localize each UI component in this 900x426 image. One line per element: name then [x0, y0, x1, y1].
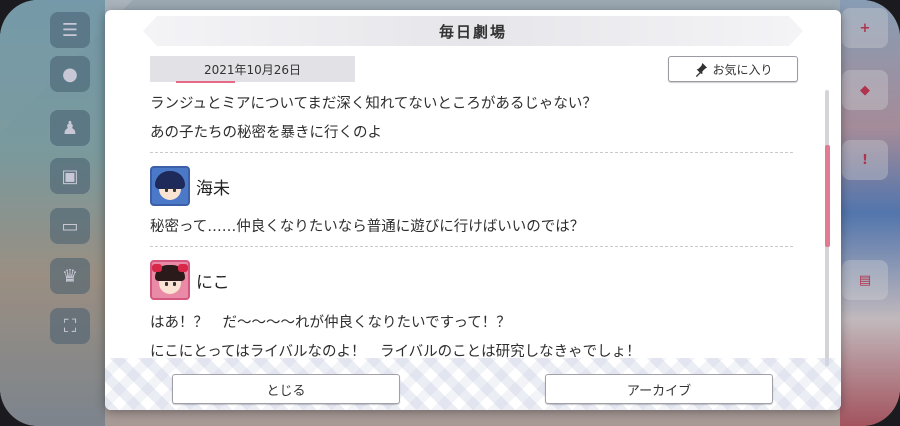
avatar-nico — [150, 260, 190, 300]
speaker-header: 海未 — [150, 161, 793, 211]
speaker-header: にこ — [150, 255, 793, 305]
dialog-title: 毎日劇場 — [143, 16, 803, 46]
daily-theater-dialog: 毎日劇場 2021年10月26日 お気に入り ランジュとミアについてまだ深く知れ… — [105, 10, 841, 410]
archive-button[interactable]: アーカイブ — [545, 374, 773, 404]
story-line: はあ！？ だ～～～～れが仲良くなりたいですって！？ — [150, 315, 511, 331]
divider — [150, 246, 793, 247]
favorite-label: お気に入り — [712, 62, 773, 77]
avatar-umi — [150, 166, 190, 206]
speaker-name: にこ — [196, 272, 230, 293]
game-screen: ☰ ● ♟ ▣ ▭ ♛ ⛶ + ◆ ! ▤ 毎日劇場 2021年10月26日 お… — [0, 0, 900, 426]
pin-icon — [696, 62, 708, 77]
scrollbar-thumb[interactable] — [825, 145, 830, 247]
divider — [150, 152, 793, 153]
story-content[interactable]: ランジュとミアについてまだ深く知れてないところがあるじゃない？ あの子たちの秘密… — [150, 90, 793, 368]
story-line: あの子たちの秘密を暴きに行くのよ — [150, 125, 382, 141]
story-line: 秘密って……仲良くなりたいなら普通に遊びに行けばいいのでは？ — [150, 219, 585, 235]
close-button[interactable]: とじる — [172, 374, 400, 404]
favorite-button[interactable]: お気に入り — [668, 56, 798, 82]
speaker-name: 海未 — [196, 178, 230, 199]
story-line: ランジュとミアについてまだ深く知れてないところがあるじゃない？ — [150, 96, 597, 112]
date-tab: 2021年10月26日 — [150, 56, 355, 83]
